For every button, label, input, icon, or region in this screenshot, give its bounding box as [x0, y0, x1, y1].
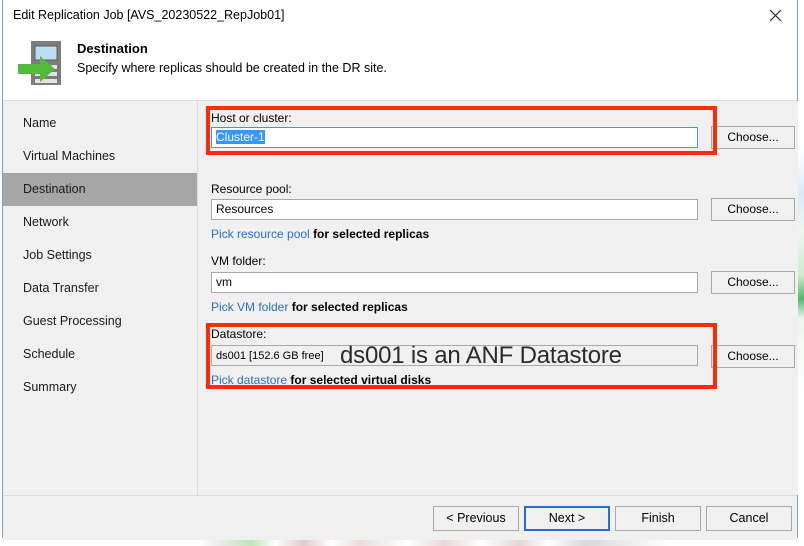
edit-replication-job-dialog: Edit Replication Job [AVS_20230522_RepJo…	[2, 0, 798, 540]
cancel-button[interactable]: Cancel	[706, 506, 792, 531]
sidebar-item-label: Job Settings	[23, 248, 92, 262]
datastore-value: ds001 [152.6 GB free]	[216, 350, 324, 362]
pick-resource-pool-link[interactable]: Pick resource pool	[211, 227, 310, 241]
vm-folder-label: VM folder:	[211, 254, 266, 268]
resource-pool-input[interactable]: Resources	[211, 199, 698, 220]
sidebar-item-label: Destination	[23, 182, 86, 196]
sidebar-item-job-settings[interactable]: Job Settings	[3, 239, 197, 272]
sidebar-item-destination[interactable]: Destination	[3, 173, 197, 206]
datastore-label: Datastore:	[211, 327, 267, 341]
vm-folder-choose-button[interactable]: Choose...	[711, 271, 795, 294]
finish-button[interactable]: Finish	[615, 506, 701, 531]
server-replicate-icon	[17, 38, 75, 92]
dialog-footer: < Previous Next > Finish Cancel	[3, 495, 797, 540]
host-or-cluster-label: Host or cluster:	[211, 111, 292, 125]
host-or-cluster-choose-button[interactable]: Choose...	[711, 126, 795, 149]
page-subtitle: Specify where replicas should be created…	[77, 61, 387, 75]
dialog-body: Name Virtual Machines Destination Networ…	[3, 101, 798, 495]
sidebar-item-label: Virtual Machines	[23, 149, 116, 163]
sidebar-item-schedule[interactable]: Schedule	[3, 338, 197, 371]
datastore-input[interactable]: ds001 [152.6 GB free]	[211, 345, 698, 366]
close-button[interactable]	[753, 0, 797, 30]
sidebar-item-label: Network	[23, 215, 69, 229]
datastore-choose-button[interactable]: Choose...	[711, 345, 795, 368]
sidebar-item-name[interactable]: Name	[3, 107, 197, 140]
next-button[interactable]: Next >	[524, 506, 610, 531]
background-app-strip-right	[798, 150, 804, 390]
wizard-header: Destination Specify where replicas shoul…	[3, 33, 797, 101]
page-title: Destination	[77, 41, 148, 56]
sidebar-item-label: Guest Processing	[23, 314, 122, 328]
sidebar-item-guest-processing[interactable]: Guest Processing	[3, 305, 197, 338]
vm-folder-hint: Pick VM folder for selected replicas	[211, 300, 408, 314]
sidebar-item-summary[interactable]: Summary	[3, 371, 197, 404]
vm-folder-input[interactable]: vm	[211, 272, 698, 293]
sidebar-item-label: Data Transfer	[23, 281, 99, 295]
pick-vm-folder-link[interactable]: Pick VM folder	[211, 300, 288, 314]
sidebar-item-virtual-machines[interactable]: Virtual Machines	[3, 140, 197, 173]
vm-folder-value: vm	[216, 275, 232, 289]
destination-form: Host or cluster: Cluster-1 Choose... Res…	[198, 101, 798, 495]
resource-pool-choose-button[interactable]: Choose...	[711, 198, 795, 221]
resource-pool-label: Resource pool:	[211, 182, 292, 196]
datastore-hint-rest: for selected virtual disks	[290, 373, 432, 387]
sidebar-item-network[interactable]: Network	[3, 206, 197, 239]
resource-pool-value: Resources	[216, 202, 274, 216]
previous-button[interactable]: < Previous	[433, 506, 519, 531]
vm-folder-hint-rest: for selected replicas	[291, 300, 408, 314]
host-or-cluster-input[interactable]: Cluster-1	[211, 127, 698, 148]
sidebar-item-data-transfer[interactable]: Data Transfer	[3, 272, 197, 305]
sidebar-item-label: Summary	[23, 380, 77, 394]
pick-datastore-link[interactable]: Pick datastore	[211, 373, 287, 387]
host-or-cluster-value: Cluster-1	[216, 130, 265, 144]
resource-pool-hint: Pick resource pool for selected replicas	[211, 227, 429, 241]
sidebar-item-label: Schedule	[23, 347, 76, 361]
resource-pool-hint-rest: for selected replicas	[313, 227, 430, 241]
title-bar: Edit Replication Job [AVS_20230522_RepJo…	[3, 0, 797, 33]
close-icon	[769, 9, 782, 22]
window-title: Edit Replication Job [AVS_20230522_RepJo…	[13, 8, 285, 22]
sidebar-item-label: Name	[23, 116, 57, 130]
datastore-hint: Pick datastore for selected virtual disk…	[211, 373, 431, 387]
wizard-step-sidebar: Name Virtual Machines Destination Networ…	[3, 101, 198, 495]
